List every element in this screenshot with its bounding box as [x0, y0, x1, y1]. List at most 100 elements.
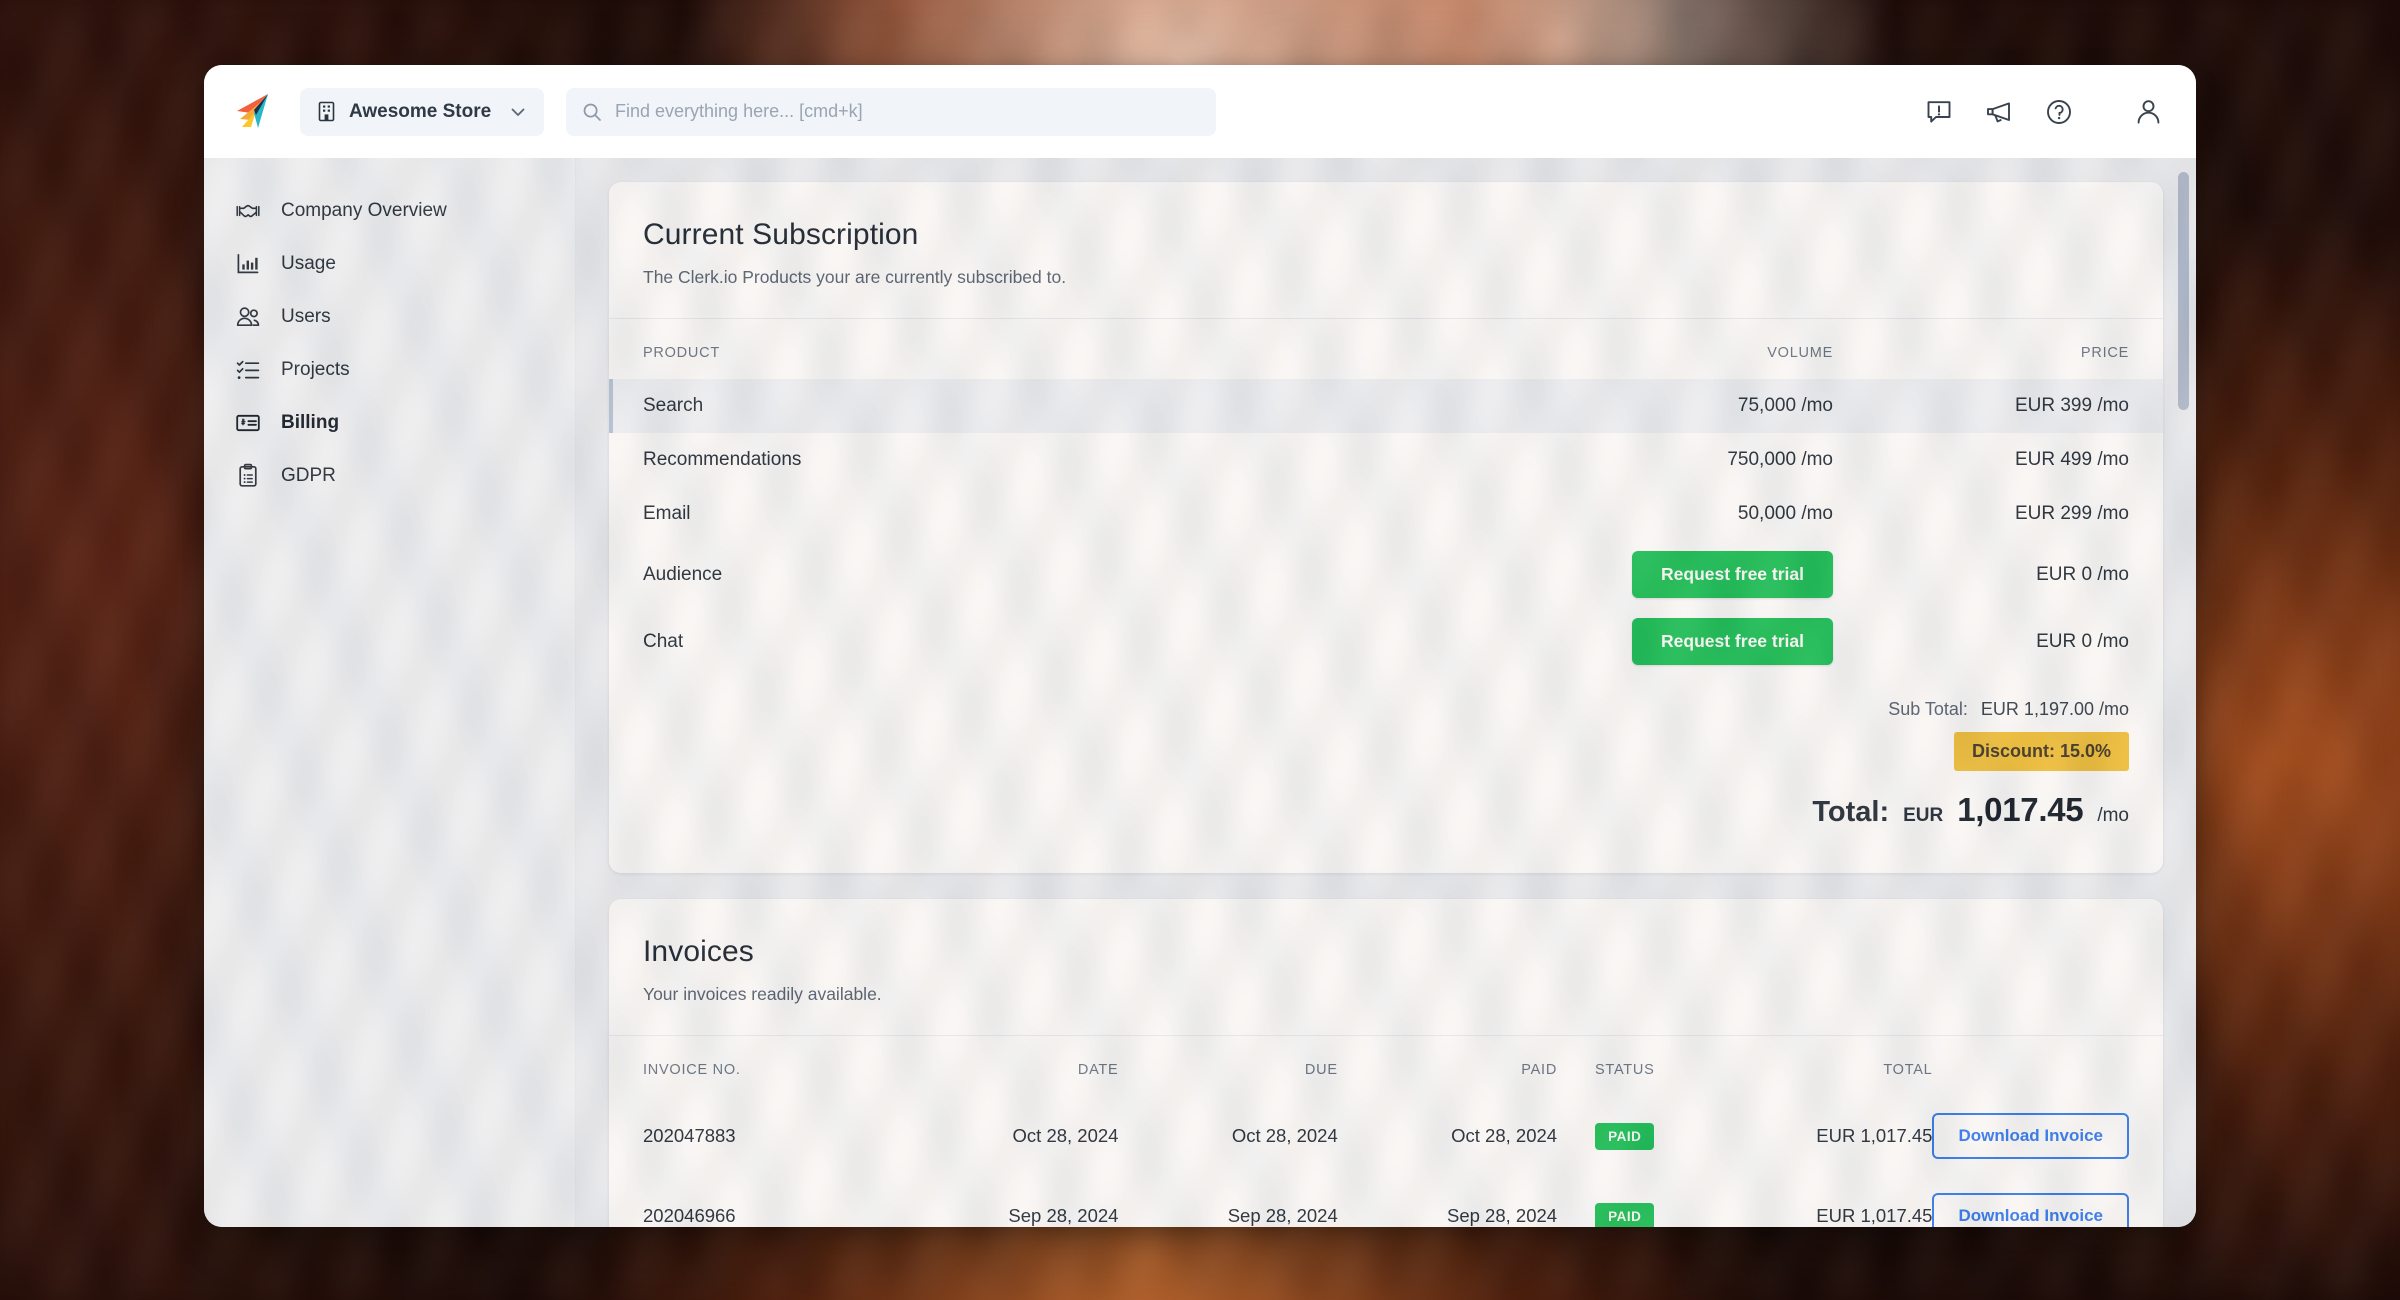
search-input[interactable] [615, 101, 1200, 122]
table-row[interactable]: Recommendations 750,000 /mo EUR 499 /mo [609, 433, 2163, 487]
sidebar-item-users[interactable]: Users [204, 290, 575, 343]
invoices-card-header: Invoices Your invoices readily available… [609, 899, 2163, 1036]
users-icon [236, 306, 260, 326]
product-volume: 750,000 /mo [1727, 449, 1833, 470]
discount-row: Discount: 15.0% [643, 732, 2129, 771]
product-volume: 75,000 /mo [1273, 379, 1833, 433]
discount-badge: Discount: 15.0% [1953, 732, 2129, 771]
content-scrollbar-thumb[interactable] [2178, 172, 2189, 410]
column-header-invoice-no: INVOICE NO. [643, 1062, 741, 1078]
global-search[interactable] [566, 87, 1216, 136]
invoices-subtitle: Your invoices readily available. [643, 984, 882, 1004]
invoices-card: Invoices Your invoices readily available… [609, 899, 2163, 1227]
sidebar-item-company-overview[interactable]: Company Overview [204, 184, 575, 237]
store-name-label: Awesome Store [349, 100, 492, 122]
clerk-logo-icon[interactable] [232, 89, 278, 135]
alert-icon[interactable] [1925, 98, 1953, 126]
subscription-subtitle: The Clerk.io Products your are currently… [643, 267, 1067, 287]
subtotal-value: EUR 1,197.00 /mo [1980, 699, 2129, 719]
invoice-total: EUR 1,017.45 [1816, 1205, 1933, 1226]
status-badge: PAID [1595, 1202, 1655, 1227]
total-period: /mo [2097, 805, 2129, 826]
subscription-header-row: PRODUCT VOLUME PRICE [609, 319, 2163, 379]
main-content: Current Subscription The Clerk.io Produc… [576, 158, 2196, 1227]
product-price: EUR 499 /mo [2014, 449, 2129, 470]
subscription-card-header: Current Subscription The Clerk.io Produc… [609, 182, 2163, 319]
subscription-table-head: PRODUCT VOLUME PRICE [609, 319, 2163, 379]
column-header-status: STATUS [1595, 1062, 1655, 1078]
invoice-number: 202046966 [643, 1205, 736, 1226]
checklist-icon [236, 360, 260, 379]
product-price: EUR 0 /mo [2036, 563, 2129, 585]
sidebar-item-gdpr[interactable]: GDPR [204, 449, 575, 502]
invoice-status-cell: PAID [1557, 1176, 1692, 1227]
help-circle-icon[interactable] [2045, 98, 2073, 126]
column-header-price: PRICE [2080, 345, 2129, 361]
status-badge: PAID [1595, 1122, 1655, 1150]
content-scrollbar-track[interactable] [2178, 158, 2189, 1227]
sidebar-item-label: GDPR [281, 464, 336, 486]
invoice-number: 202047883 [643, 1125, 736, 1146]
request-free-trial-button[interactable]: Request free trial [1632, 551, 1833, 598]
table-row[interactable]: Search 75,000 /mo EUR 399 /mo [609, 379, 2163, 433]
total-row: Total: EUR 1,017.45 /mo [643, 791, 2129, 829]
table-row[interactable]: Email 50,000 /mo EUR 299 /mo [609, 487, 2163, 541]
column-header-date: DATE [1077, 1062, 1119, 1078]
column-header-actions [1932, 1036, 2163, 1096]
bar-chart-icon [237, 253, 259, 273]
invoice-action-cell: Download Invoice [1932, 1096, 2163, 1176]
store-selector[interactable]: Awesome Store [300, 87, 544, 136]
invoices-title: Invoices [643, 935, 754, 968]
table-row[interactable]: Chat Request free trial EUR 0 /mo [609, 608, 2163, 675]
desktop-wallpaper: Awesome Store Find everything here... [c… [0, 0, 2400, 1300]
table-row[interactable]: 202046966 Sep 28, 2024 Sep 28, 2024 Sep … [609, 1176, 2163, 1227]
invoice-due: Oct 28, 2024 [1231, 1125, 1338, 1146]
column-header-volume: VOLUME [1767, 345, 1833, 361]
download-invoice-button[interactable]: Download Invoice [1932, 1113, 2129, 1159]
product-price: EUR 299 /mo [2014, 503, 2129, 524]
total-amount: 1,017.45 [1957, 791, 2084, 828]
product-name: Search [609, 379, 1273, 433]
subscription-table-body: Search 75,000 /mo EUR 399 /mo Recommenda… [609, 379, 2163, 675]
request-free-trial-button[interactable]: Request free trial [1632, 618, 1833, 665]
page-title: Current Subscription [643, 218, 919, 251]
table-row[interactable]: Audience Request free trial EUR 0 /mo [609, 541, 2163, 608]
sidebar-item-projects[interactable]: Projects [204, 343, 575, 396]
invoice-total: EUR 1,017.45 [1816, 1125, 1933, 1146]
handshake-icon [236, 204, 260, 217]
user-avatar-icon[interactable] [2135, 98, 2162, 125]
invoices-table-head: INVOICE NO. DATE DUE PAID STATUS TOTAL [609, 1036, 2163, 1096]
megaphone-icon[interactable] [1985, 98, 2013, 126]
sidebar-item-usage[interactable]: Usage [204, 237, 575, 290]
sidebar-item-label: Company Overview [281, 199, 447, 221]
download-invoice-button[interactable]: Download Invoice [1932, 1193, 2129, 1227]
building-icon [318, 101, 335, 122]
invoices-header-row: INVOICE NO. DATE DUE PAID STATUS TOTAL [609, 1036, 2163, 1096]
total-label: Total: [1812, 796, 1890, 828]
subtotal-row: Sub Total: EUR 1,197.00 /mo [643, 699, 2129, 720]
table-row[interactable]: 202047883 Oct 28, 2024 Oct 28, 2024 Oct … [609, 1096, 2163, 1176]
product-price: EUR 0 /mo [2036, 630, 2129, 652]
column-header-total: TOTAL [1883, 1062, 1933, 1078]
product-volume: 50,000 /mo [1737, 503, 1833, 524]
sidebar-item-label: Projects [281, 358, 350, 380]
subtotal-label: Sub Total: [1888, 699, 1968, 719]
sidebar-item-label: Billing [281, 411, 340, 433]
column-header-product: PRODUCT [643, 345, 720, 361]
invoice-date: Oct 28, 2024 [1012, 1125, 1119, 1146]
product-name: Chat [643, 630, 684, 652]
invoice-status-cell: PAID [1557, 1096, 1692, 1176]
top-bar-actions [1925, 98, 2162, 126]
product-volume-cell: Request free trial [1273, 541, 1833, 608]
sidebar-item-label: Users [281, 305, 331, 327]
total-currency: EUR [1903, 805, 1944, 826]
subscription-totals: Sub Total: EUR 1,197.00 /mo Discount: 15… [609, 675, 2163, 873]
invoice-date: Sep 28, 2024 [1008, 1205, 1119, 1226]
column-header-due: DUE [1304, 1062, 1338, 1078]
sidebar-item-label: Usage [281, 252, 336, 274]
clipboard-icon [239, 463, 257, 487]
product-price: EUR 399 /mo [1833, 379, 2163, 433]
sidebar-item-billing[interactable]: Billing [204, 396, 575, 449]
invoice-paid: Sep 28, 2024 [1446, 1205, 1558, 1226]
invoice-paid: Oct 28, 2024 [1451, 1125, 1558, 1146]
